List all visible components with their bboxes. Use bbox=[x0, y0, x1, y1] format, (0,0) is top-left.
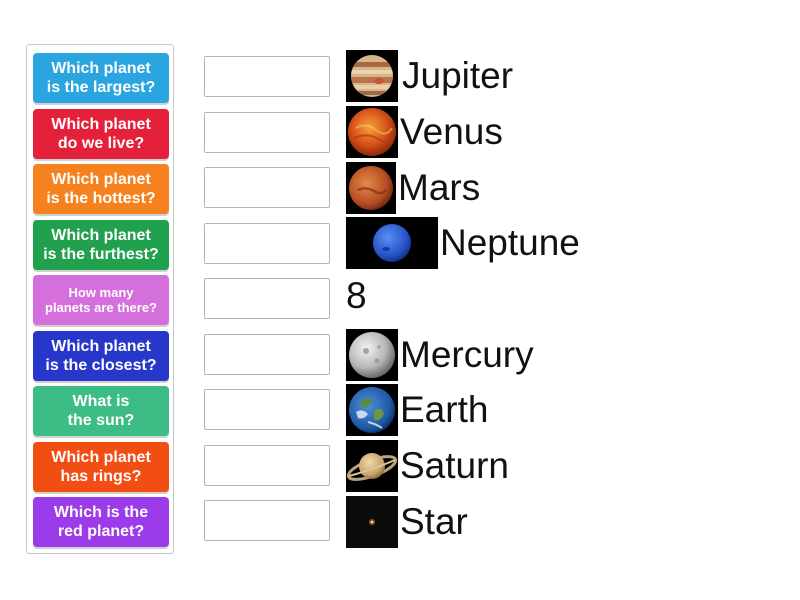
answer-drop-slot[interactable] bbox=[204, 222, 330, 264]
answer-row-eight: 8 bbox=[346, 270, 367, 322]
answer-label: Mars bbox=[398, 167, 481, 208]
neptune-icon bbox=[346, 217, 438, 269]
question-card[interactable]: Which is the red planet? bbox=[33, 497, 169, 547]
answer-drop-slot[interactable] bbox=[204, 444, 330, 486]
mars-icon bbox=[346, 162, 396, 214]
question-card[interactable]: How many planets are there? bbox=[33, 275, 169, 325]
jupiter-icon bbox=[346, 50, 398, 102]
answer-label: 8 bbox=[346, 275, 367, 316]
answer-label: Saturn bbox=[400, 445, 510, 486]
answer-row-neptune: Neptune bbox=[346, 217, 580, 269]
question-card[interactable]: What is the sun? bbox=[33, 386, 169, 436]
mercury-icon bbox=[346, 329, 398, 381]
answer-row-venus: Venus bbox=[346, 106, 503, 158]
venus-icon bbox=[346, 106, 398, 158]
question-card[interactable]: Which planet is the closest? bbox=[33, 330, 169, 381]
answer-row-mars: Mars bbox=[346, 162, 480, 214]
saturn-icon bbox=[346, 440, 398, 492]
question-panel: Which planet is the largest? Which plane… bbox=[26, 44, 174, 554]
earth-icon bbox=[346, 384, 398, 436]
answer-drop-slot[interactable] bbox=[204, 500, 330, 541]
question-card[interactable]: Which planet do we live? bbox=[33, 108, 169, 159]
answer-label: Mercury bbox=[400, 334, 534, 375]
answer-row-jupiter: Jupiter bbox=[346, 50, 513, 102]
answer-row-mercury: Mercury bbox=[346, 329, 534, 381]
question-card[interactable]: Which planet is the furthest? bbox=[33, 219, 169, 270]
answer-drop-slot[interactable] bbox=[204, 333, 330, 375]
answer-drop-slot[interactable] bbox=[204, 111, 330, 153]
answer-row-saturn: Saturn bbox=[346, 440, 509, 492]
answer-label: Star bbox=[400, 501, 468, 542]
answer-label: Jupiter bbox=[402, 55, 514, 96]
answer-label: Neptune bbox=[440, 222, 580, 263]
answer-label: Venus bbox=[400, 111, 503, 152]
answer-drop-slot[interactable] bbox=[204, 278, 330, 319]
answer-label: Earth bbox=[400, 389, 489, 430]
question-card[interactable]: Which planet has rings? bbox=[33, 441, 169, 492]
question-card[interactable]: Which planet is the largest? bbox=[33, 53, 169, 103]
answer-drop-slot[interactable] bbox=[204, 389, 330, 430]
answer-row-star: Star bbox=[346, 496, 468, 548]
answer-drop-slot[interactable] bbox=[204, 56, 330, 97]
answer-drop-slot[interactable] bbox=[204, 167, 330, 208]
question-card[interactable]: Which planet is the hottest? bbox=[33, 164, 169, 214]
star-icon bbox=[346, 496, 398, 548]
answer-row-earth: Earth bbox=[346, 384, 488, 436]
